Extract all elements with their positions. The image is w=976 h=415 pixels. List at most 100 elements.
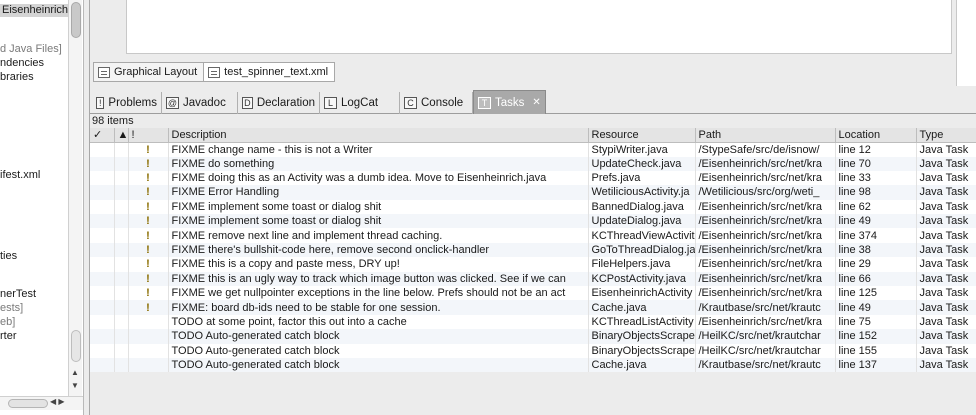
tab-xml-source[interactable]: test_spinner_text.xml [204,62,336,82]
priority-cell: ! [128,286,169,301]
location-cell: line 49 [835,300,917,315]
scrollbar-thumb[interactable] [8,399,48,408]
description-cell: FIXME do something [168,156,589,171]
description-cell: TODO Auto-generated catch block [168,343,589,358]
path-cell: /Krautbase/src/net/krautc [695,300,836,315]
close-tab-icon[interactable]: ✕ [532,97,540,108]
sort-cell [114,271,129,287]
type-cell: Java Task [916,199,976,215]
scrollbar-thumb[interactable] [71,2,81,38]
done-cell [90,314,115,330]
resource-cell: UpdateDialog.java [588,214,696,229]
resource-cell: StypiWriter.java [588,142,696,157]
horizontal-scrollbar[interactable]: ◀ ▶ [0,396,83,410]
tree-item[interactable]: nerTest [0,288,36,301]
scroll-left-right-arrows-icon[interactable]: ◀ ▶ [50,397,65,406]
column-header-description[interactable]: Description [168,128,589,143]
tasks-table[interactable]: ✓ ▲ ! Description Resource Path Location… [90,128,976,373]
type-cell: Java Task [916,228,976,243]
table-row[interactable]: ! FIXME there's bullshit-code here, remov… [90,242,976,258]
tree-item[interactable]: ifest.xml [0,169,40,182]
table-row[interactable]: TODO Auto-generated catch block BinaryObj… [90,343,976,358]
tab-problems[interactable]: ! Problems [92,92,162,114]
tab-tasks[interactable]: T Tasks ✕ [473,90,546,114]
vertical-scrollbar[interactable] [68,0,82,396]
tree-item[interactable]: rter [0,330,17,343]
sort-cell [114,214,129,229]
tab-graphical-layout[interactable]: Graphical Layout [93,62,205,82]
path-cell: /Eisenheinrich/src/net/kra [695,170,836,186]
tab-declaration[interactable]: D Declaration [238,92,320,114]
table-header-row: ✓ ▲ ! Description Resource Path Location… [90,128,976,143]
items-count: 98 items [92,115,134,127]
column-header-priority[interactable]: ! [128,128,169,143]
description-cell: FIXME Error Handling [168,185,589,200]
column-header-type[interactable]: Type [916,128,976,143]
table-row[interactable]: TODO Auto-generated catch block BinaryObj… [90,329,976,344]
tree-item[interactable]: Eisenheinrich [0,4,68,17]
type-cell: Java Task [916,156,976,171]
tree-item[interactable]: braries [0,71,34,84]
table-row[interactable]: ! FIXME remove next line and implement th… [90,228,976,243]
location-cell: line 152 [835,329,917,344]
done-cell [90,170,115,186]
table-row[interactable]: ! FIXME Error Handling WetiliciousActivity… [90,185,976,200]
view-tabbar: ! Problems @ Javadoc D Declaration L LogCat C Con… [90,88,976,114]
description-cell: FIXME: board db-ids need to be stable fo… [168,300,589,315]
tree-item[interactable]: eb] [0,316,15,329]
table-row[interactable]: ! FIXME doing this as an Activity was a d… [90,170,976,186]
tree-item[interactable]: ests] [0,302,23,315]
priority-cell [128,357,169,373]
tab-logcat[interactable]: L LogCat [320,92,400,114]
sort-cell [114,142,129,157]
tab-label: LogCat [341,97,379,109]
table-row[interactable]: ! FIXME implement some toast or dialog sh… [90,199,976,215]
sort-cell [114,329,129,344]
table-row[interactable]: ! FIXME this is a copy and paste mess, DR… [90,257,976,272]
sort-cell [114,343,129,358]
column-header-resource[interactable]: Resource [588,128,696,143]
table-row[interactable]: ! FIXME do something UpdateCheck.java/Eise… [90,156,976,171]
table-row[interactable]: TODO at some point, factor this out into… [90,314,976,330]
description-cell: FIXME this is an ugly way to track which… [168,271,589,287]
resource-cell: GoToThreadDialog.ja [588,242,696,258]
table-row[interactable]: ! FIXME: board db-ids need to be stable f… [90,300,976,315]
location-cell: line 125 [835,286,917,301]
tab-console[interactable]: C Console [400,92,473,114]
tree-item[interactable]: ndencies [0,57,44,70]
done-cell [90,357,115,373]
package-explorer[interactable]: Eisenheinrich d Java Files] ndencies brarie… [0,0,84,415]
table-row[interactable]: TODO Auto-generated catch block Cache.jav… [90,357,976,373]
tree-item[interactable]: ties [0,250,17,263]
table-row[interactable]: ! FIXME we get nullpointer exceptions in … [90,286,976,301]
column-header-done[interactable]: ✓ [90,128,115,143]
type-cell: Java Task [916,185,976,200]
path-cell: /Eisenheinrich/src/net/kra [695,286,836,301]
tab-javadoc[interactable]: @ Javadoc [162,92,238,114]
type-cell: Java Task [916,142,976,157]
column-header-path[interactable]: Path [695,128,836,143]
sort-cell [114,228,129,243]
path-cell: /Eisenheinrich/src/net/kra [695,314,836,330]
table-row[interactable]: ! FIXME implement some toast or dialog sh… [90,214,976,229]
sort-cell [114,257,129,272]
table-row[interactable]: ! FIXME this is an ugly way to track whic… [90,271,976,287]
location-cell: line 137 [835,357,917,373]
tree-item[interactable]: d Java Files] [0,43,62,56]
tab-label: Declaration [256,97,315,109]
resource-cell: EisenheinrichActivity [588,286,696,301]
scroll-up-arrow-icon[interactable]: ▲ [71,368,79,377]
table-row[interactable]: ! FIXME change name - this is not a Write… [90,142,976,157]
path-cell: /Eisenheinrich/src/net/kra [695,199,836,215]
path-cell: /Eisenheinrich/src/net/kra [695,214,836,229]
type-cell: Java Task [916,257,976,272]
column-header-location[interactable]: Location [835,128,917,143]
sort-indicator-icon[interactable]: ▲ [114,128,129,143]
editor-canvas[interactable] [126,0,952,54]
resource-cell: Cache.java [588,357,696,373]
priority-cell: ! [128,214,169,229]
done-cell [90,286,115,301]
location-cell: line 62 [835,199,917,215]
tab-label: Tasks [495,96,525,109]
scroll-down-arrow-icon[interactable]: ▼ [71,381,79,390]
